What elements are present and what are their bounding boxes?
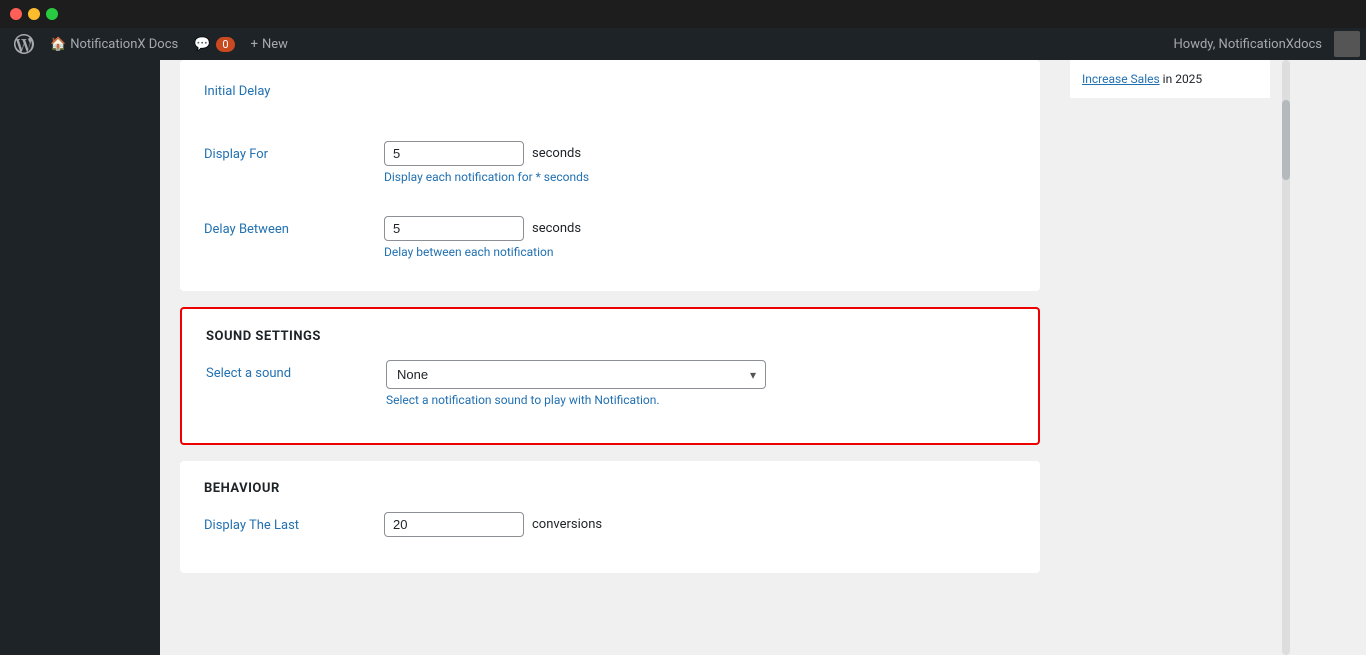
- display-for-field: seconds Display each notification for * …: [384, 141, 1016, 184]
- sound-select[interactable]: None Sound 1 Sound 2 Sound 3: [386, 360, 766, 389]
- display-last-label: Display The Last: [204, 512, 364, 533]
- avatar[interactable]: [1334, 31, 1360, 57]
- display-for-section: Display For seconds Display each notific…: [180, 125, 1040, 208]
- sidebar: [0, 60, 160, 655]
- display-last-row: Display The Last conversions: [204, 512, 1016, 537]
- behaviour-section: BEHAVIOUR Display The Last conversions: [180, 461, 1040, 573]
- display-for-row: Display For seconds Display each notific…: [204, 141, 1016, 184]
- select-sound-row: Select a sound None Sound 1 Sound 2 Soun…: [206, 360, 1014, 407]
- display-last-field: conversions: [384, 512, 1016, 537]
- maximize-dot[interactable]: [46, 8, 58, 20]
- sound-select-wrapper: None Sound 1 Sound 2 Sound 3 ▾: [386, 360, 766, 389]
- comments-badge: 0: [216, 37, 234, 52]
- display-for-label: Display For: [204, 141, 364, 162]
- sound-settings-title: SOUND SETTINGS: [206, 329, 1014, 344]
- display-last-input-row: conversions: [384, 512, 1016, 537]
- right-sidebar: Increase Sales in 2025: [1060, 60, 1280, 655]
- delay-between-row: Delay Between seconds Delay between each…: [204, 216, 1016, 259]
- display-for-input-row: seconds: [384, 141, 1016, 166]
- site-name-button[interactable]: 🏠 NotificationX Docs: [42, 28, 186, 60]
- wp-logo-button[interactable]: [6, 28, 42, 60]
- minimize-dot[interactable]: [28, 8, 40, 20]
- delay-between-hint: Delay between each notification: [384, 245, 1016, 259]
- behaviour-title: BEHAVIOUR: [204, 481, 1016, 496]
- initial-delay-row: Initial Delay: [204, 80, 1016, 99]
- sound-settings-section: SOUND SETTINGS Select a sound None Sound…: [180, 307, 1040, 445]
- delay-between-unit: seconds: [532, 221, 581, 236]
- content-area: Initial Delay Display For seconds Dis: [160, 60, 1366, 655]
- comments-icon: 💬: [194, 37, 210, 52]
- admin-bar-right: Howdy, NotificationXdocs: [1166, 31, 1360, 57]
- initial-delay-section: Initial Delay: [180, 60, 1040, 125]
- delay-between-field: seconds Delay between each notification: [384, 216, 1016, 259]
- display-last-unit: conversions: [532, 517, 602, 532]
- new-button[interactable]: + New: [243, 28, 296, 60]
- scrollbar-area: [1280, 60, 1292, 655]
- delay-between-label: Delay Between: [204, 216, 364, 237]
- plus-icon: +: [251, 37, 258, 52]
- right-sidebar-suffix: in 2025: [1163, 72, 1203, 86]
- select-sound-label: Select a sound: [206, 360, 366, 381]
- wp-icon: [14, 34, 34, 54]
- comments-button[interactable]: 💬 0: [186, 28, 242, 60]
- site-name-label: NotificationX Docs: [70, 37, 178, 52]
- howdy-label: Howdy, NotificationXdocs: [1166, 37, 1330, 52]
- new-label: New: [262, 37, 288, 52]
- scrollbar-thumb[interactable]: [1282, 100, 1290, 180]
- right-sidebar-card: Increase Sales in 2025: [1070, 60, 1270, 98]
- main-content: Initial Delay Display For seconds Dis: [160, 60, 1060, 655]
- scrollbar-track: [1282, 60, 1290, 655]
- delay-between-input[interactable]: [384, 216, 524, 241]
- delay-between-input-row: seconds: [384, 216, 1016, 241]
- display-last-input[interactable]: [384, 512, 524, 537]
- display-for-hint: Display each notification for * seconds: [384, 170, 1016, 184]
- close-dot[interactable]: [10, 8, 22, 20]
- initial-delay-label: Initial Delay: [204, 80, 364, 99]
- sound-select-hint: Select a notification sound to play with…: [386, 393, 1014, 407]
- select-sound-field: None Sound 1 Sound 2 Sound 3 ▾ Select a …: [386, 360, 1014, 407]
- home-icon: 🏠: [50, 37, 66, 52]
- delay-between-section: Delay Between seconds Delay between each…: [180, 208, 1040, 291]
- display-for-input[interactable]: [384, 141, 524, 166]
- titlebar: [0, 0, 1366, 28]
- admin-bar: 🏠 NotificationX Docs 💬 0 + New Howdy, No…: [0, 28, 1366, 60]
- display-for-unit: seconds: [532, 146, 581, 161]
- right-sidebar-link[interactable]: Increase Sales: [1082, 72, 1160, 86]
- main-layout: Initial Delay Display For seconds Dis: [0, 60, 1366, 655]
